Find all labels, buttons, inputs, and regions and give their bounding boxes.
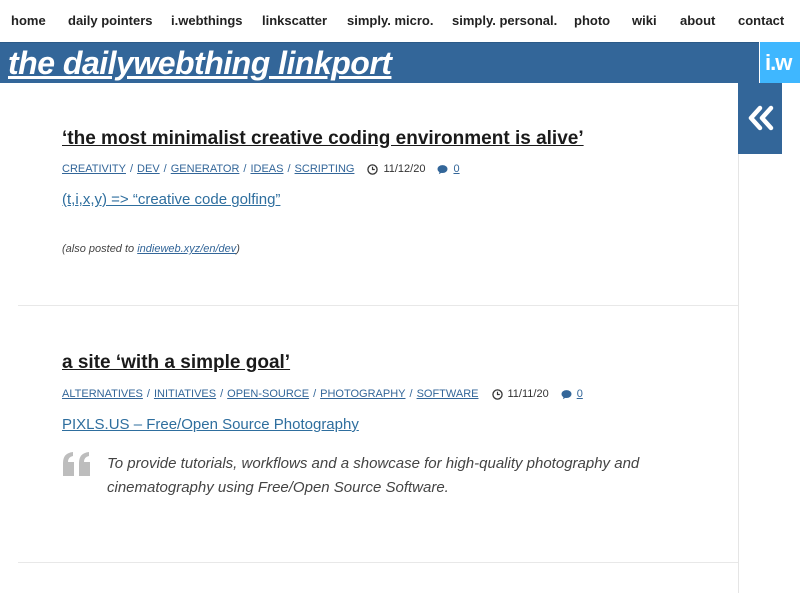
nav-simply-personal[interactable]: simply. personal. [452,13,557,28]
post-quote: To provide tutorials, workflows and a sh… [107,452,667,500]
post-title[interactable]: ‘the most minimalist creative coding env… [62,128,584,150]
nav-daily-pointers[interactable]: daily pointers [68,13,153,28]
category-separator: / [220,388,224,400]
double-chevron-left-icon [748,105,774,131]
category-link[interactable]: PHOTOGRAPHY [320,388,405,400]
category-separator: / [129,163,134,175]
post-external-link[interactable]: PIXLS.US – Free/Open Source Photography [62,416,359,433]
top-navigation: home daily pointers i.webthings linkscat… [0,0,800,42]
post-external-link[interactable]: (t,i,x,y) => “creative code golfing” [62,191,280,208]
category-separator: / [313,388,317,400]
post-date: 11/11/20 [507,388,549,400]
nav-home[interactable]: home [11,13,46,28]
also-posted-prefix: (also posted to [62,243,138,255]
logo-text: i.w [765,50,792,75]
quote-line: To provide tutorials, workflows and a sh… [107,455,640,472]
category-link[interactable]: GENERATOR [171,163,240,175]
category-link[interactable]: IDEAS [250,163,283,175]
post-date: 11/12/20 [383,163,426,175]
post-title[interactable]: a site ‘with a simple goal’ [62,352,290,374]
nav-linkscatter[interactable]: linkscatter [262,13,327,28]
category-separator: / [243,163,247,175]
category-separator: / [146,388,150,400]
also-posted-link[interactable]: indieweb.xyz/en/dev [137,243,236,255]
nav-photo[interactable]: photo [574,13,610,28]
nav-about[interactable]: about [680,13,715,28]
category-link[interactable]: SOFTWARE [417,388,479,400]
nav-simply-micro[interactable]: simply. micro. [347,13,433,28]
clock-icon [491,388,503,400]
category-separator: / [287,163,291,175]
category-link[interactable]: DEV [137,163,160,175]
comment-count[interactable]: 0 [453,163,459,175]
site-title[interactable]: the dailywebthing linkport [8,45,392,82]
comment-count[interactable]: 0 [577,388,583,400]
site-logo[interactable]: i.w [759,42,800,83]
post-meta: CREATIVITY / DEV / GENERATOR / IDEAS / SCRIP… [62,163,460,175]
quote-icon [63,452,90,476]
category-link[interactable]: SCRIPTING [295,163,355,175]
sidebar-toggle-button[interactable] [738,83,782,154]
also-posted-suffix: ) [236,243,240,255]
category-link[interactable]: OPEN-SOURCE [227,388,309,400]
post-divider [18,305,738,306]
category-link[interactable]: CREATIVITY [62,163,126,175]
comment-icon [561,389,572,399]
category-separator: / [409,388,413,400]
nav-contact[interactable]: contact [738,13,784,28]
clock-icon [367,163,379,175]
category-separator: / [163,163,167,175]
quote-line: cinematography using Free/Open Source So… [107,479,449,496]
also-posted-note: (also posted to indieweb.xyz/en/dev) [62,243,240,255]
post-meta: ALTERNATIVES / INITIATIVES / OPEN-SOURCE / … [62,388,583,400]
category-link[interactable]: INITIATIVES [154,388,216,400]
sidebar-divider [738,83,739,593]
site-banner: the dailywebthing linkport [0,42,800,83]
nav-wiki[interactable]: wiki [632,13,657,28]
nav-i-webthings[interactable]: i.webthings [171,13,243,28]
post-divider [18,562,738,563]
comment-icon [437,164,449,174]
category-link[interactable]: ALTERNATIVES [62,388,143,400]
